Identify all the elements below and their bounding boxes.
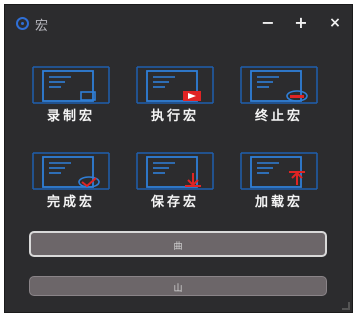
resize-grip[interactable] [342,302,350,310]
stop-macro-icon [240,66,318,104]
finish-macro-icon [32,152,110,190]
app-logo-icon [16,17,29,30]
record-macro-label: 录制宏 [46,109,95,124]
save-macro-button[interactable]: 保存宏 [135,151,215,211]
finish-macro-label: 完成宏 [46,195,95,210]
macro-window: 宏 − + × 录制宏 执行宏 终止宏 完成宏 保存宏 加载宏 曲 山 [4,4,353,313]
minimize-button[interactable]: − [259,14,277,32]
stop-macro-button[interactable]: 终止宏 [239,65,319,125]
close-button[interactable]: × [326,14,344,32]
primary-action-label: 曲 [173,242,183,252]
stop-macro-label: 终止宏 [254,109,303,124]
load-macro-button[interactable]: 加载宏 [239,151,319,211]
window-title: 宏 [35,19,49,34]
run-macro-icon [136,66,214,104]
save-macro-label: 保存宏 [150,195,199,210]
title-bar[interactable]: 宏 − + × [5,5,352,43]
finish-macro-button[interactable]: 完成宏 [31,151,111,211]
run-macro-label: 执行宏 [150,109,199,124]
maximize-button[interactable]: + [292,14,310,32]
load-macro-label: 加载宏 [254,195,303,210]
load-macro-icon [240,152,318,190]
secondary-action-label: 山 [173,284,183,294]
record-macro-button[interactable]: 录制宏 [31,65,111,125]
secondary-action-bar[interactable]: 山 [29,276,327,296]
run-macro-button[interactable]: 执行宏 [135,65,215,125]
save-macro-icon [136,152,214,190]
primary-action-bar[interactable]: 曲 [29,231,327,257]
record-macro-icon [32,66,110,104]
